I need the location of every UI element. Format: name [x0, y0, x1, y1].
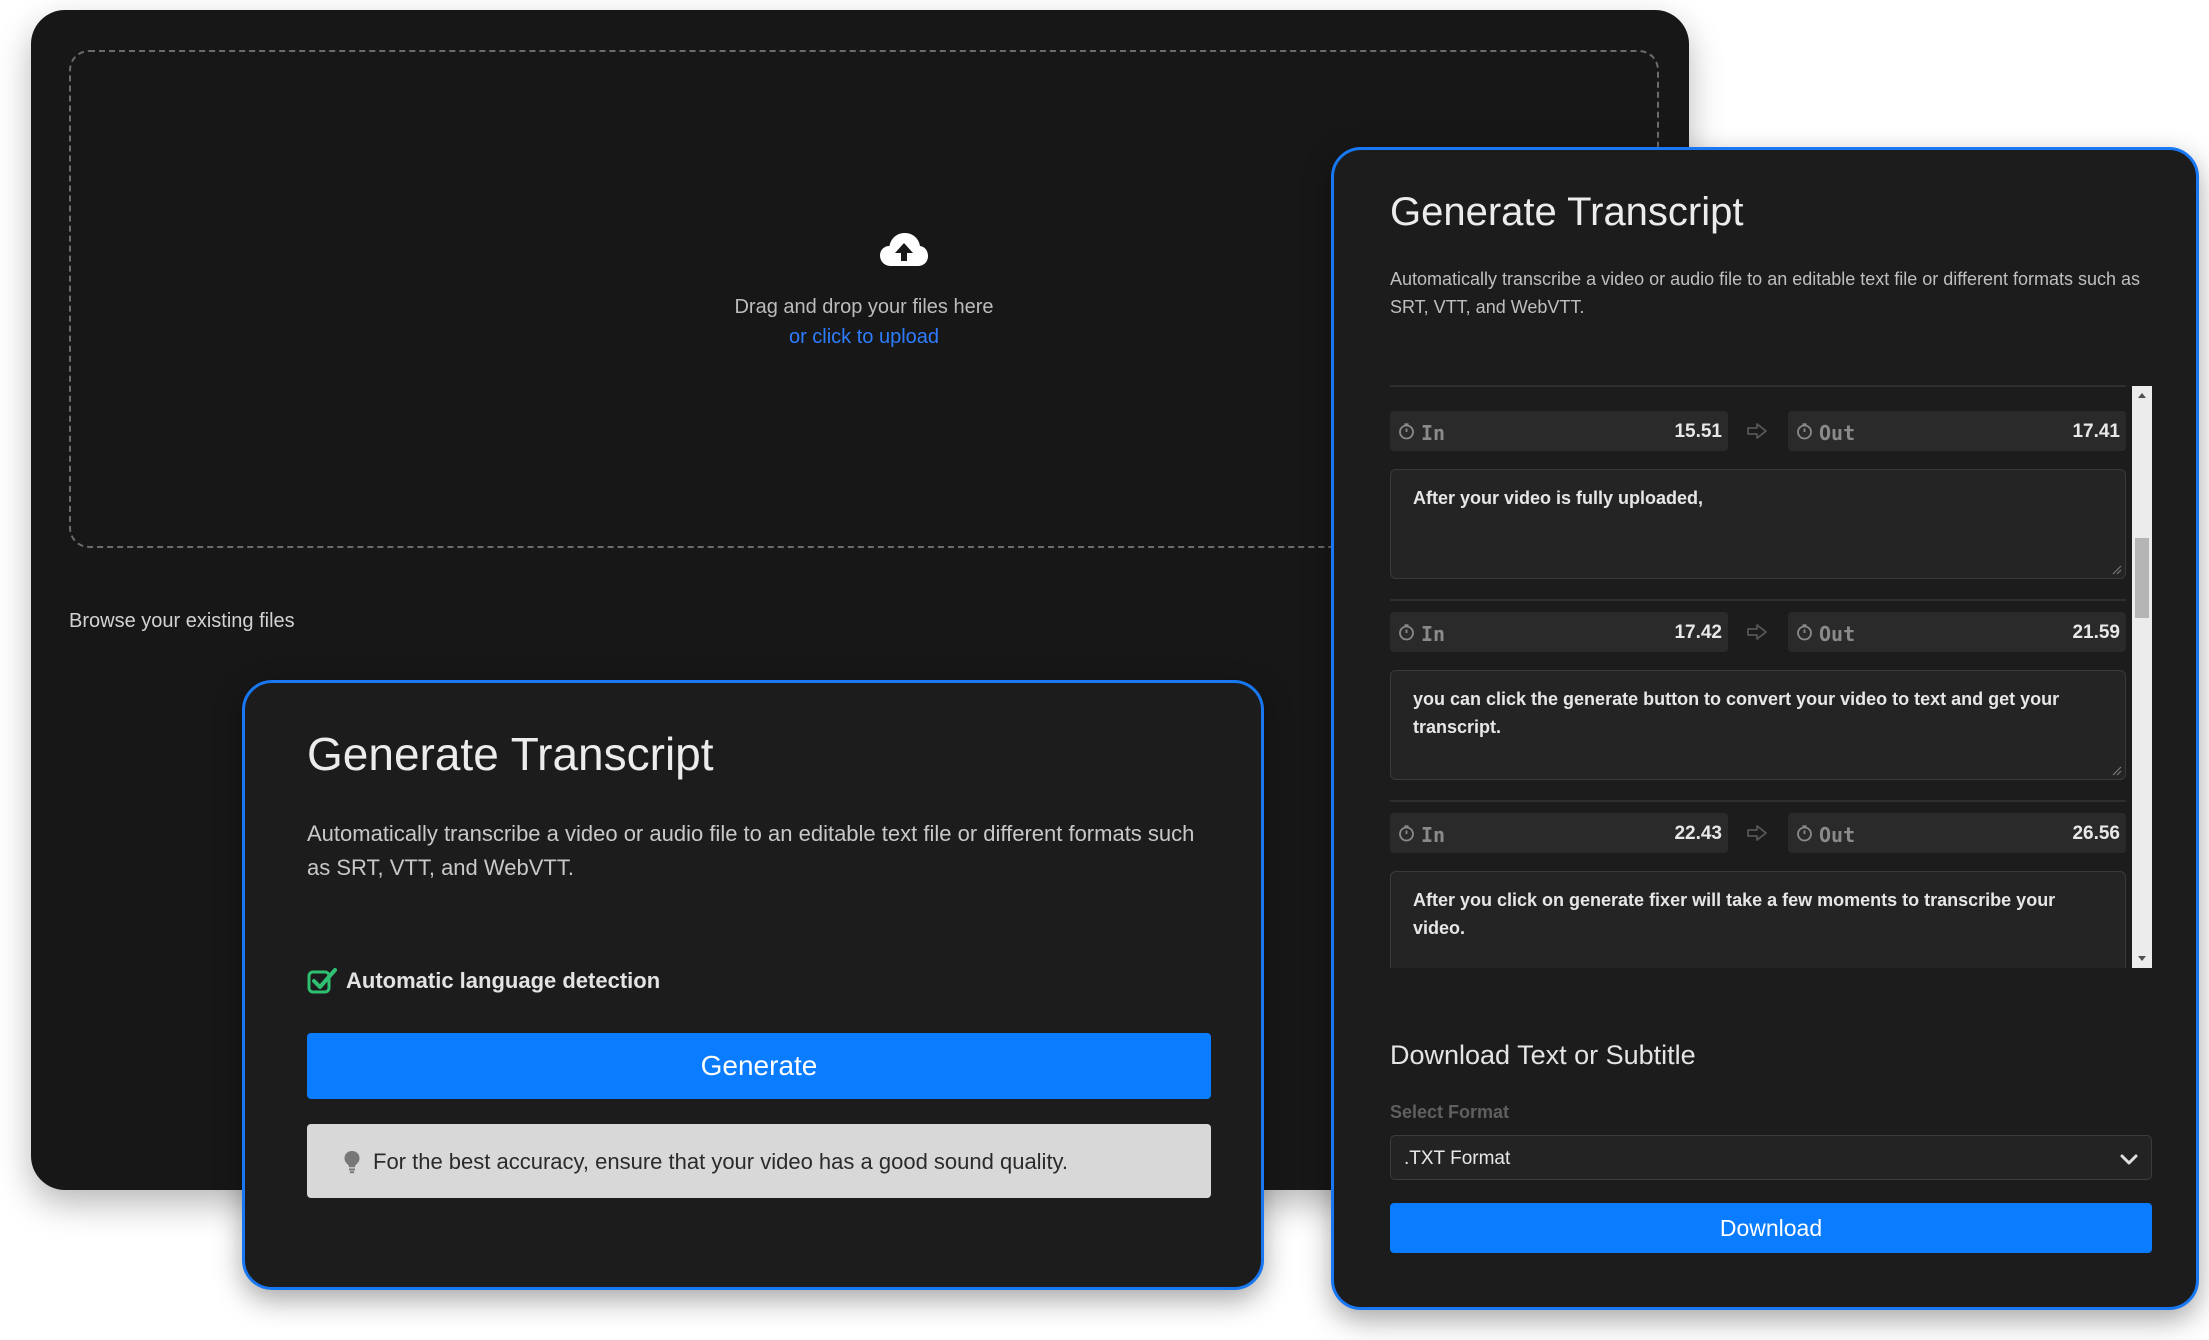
in-label: In	[1421, 622, 1446, 646]
out-value: 17.41	[2072, 421, 2120, 442]
segment-text-area[interactable]: After your video is fully uploaded,	[1390, 469, 2126, 579]
transcript-segment: In 22.43 Out 26.56 After you click on ge…	[1390, 813, 2126, 968]
generate-transcript-card: Generate Transcript Automatically transc…	[242, 680, 1264, 1290]
auto-language-detection-label: Automatic language detection	[346, 968, 661, 993]
panel-title: Generate Transcript	[1390, 190, 1744, 234]
arrow-right-icon	[1747, 825, 1767, 841]
chevron-down-icon	[2120, 1154, 2138, 1165]
clock-icon	[1797, 624, 1812, 641]
out-label: Out	[1819, 622, 1856, 646]
download-section-title: Download Text or Subtitle	[1390, 1040, 1696, 1070]
segment-text: you can click the generate button to con…	[1413, 689, 2060, 737]
scrollbar-thumb[interactable]	[2135, 538, 2149, 618]
scroll-up-arrow-icon[interactable]	[2132, 386, 2152, 406]
segment-text-area[interactable]: After you click on generate fixer will t…	[1390, 871, 2126, 968]
card-description: Automatically transcribe a video or audi…	[307, 821, 1195, 880]
transcript-segment: In 17.42 Out 21.59 you can click the gen…	[1390, 612, 2126, 812]
resize-grip-icon[interactable]	[2112, 565, 2122, 575]
out-label: Out	[1819, 823, 1856, 847]
transcript-editor-panel: Generate Transcript Automatically transc…	[1331, 147, 2199, 1310]
tip-text: For the best accuracy, ensure that your …	[373, 1149, 1069, 1174]
card-title: Generate Transcript	[307, 728, 714, 780]
in-value: 17.42	[1674, 622, 1722, 643]
out-value: 26.56	[2072, 823, 2120, 844]
segment-text: After you click on generate fixer will t…	[1413, 890, 2056, 938]
in-value: 22.43	[1674, 823, 1722, 844]
scroll-down-arrow-icon[interactable]	[2132, 948, 2152, 968]
transcript-segment-list[interactable]: In 15.51 Out 17.41 After your video is f…	[1390, 385, 2126, 968]
out-time-field[interactable]: Out 21.59	[1788, 612, 2126, 652]
in-label: In	[1421, 823, 1446, 847]
browse-existing-files-link[interactable]: Browse your existing files	[69, 610, 295, 633]
clock-icon	[1399, 423, 1414, 440]
resize-grip-icon[interactable]	[2112, 766, 2122, 776]
transcript-segment: In 15.51 Out 17.41 After your video is f…	[1390, 411, 2126, 611]
in-label: In	[1421, 421, 1446, 445]
segment-divider	[1390, 800, 2126, 802]
segment-text-area[interactable]: you can click the generate button to con…	[1390, 670, 2126, 780]
out-label: Out	[1819, 421, 1856, 445]
arrow-right-icon	[1747, 624, 1767, 640]
clock-icon	[1797, 825, 1812, 842]
clock-icon	[1797, 423, 1812, 440]
generate-button[interactable]: Generate	[307, 1033, 1211, 1099]
clock-icon	[1399, 624, 1414, 641]
checkbox-checked-icon[interactable]	[307, 966, 337, 996]
segment-text: After your video is fully uploaded,	[1413, 488, 1704, 508]
out-time-field[interactable]: Out 17.41	[1788, 411, 2126, 451]
panel-description: Automatically transcribe a video or audi…	[1390, 269, 2141, 317]
clock-icon	[1399, 825, 1414, 842]
lightbulb-icon	[344, 1151, 360, 1174]
cloud-upload-icon	[880, 233, 928, 266]
out-time-field[interactable]: Out 26.56	[1788, 813, 2126, 853]
in-time-field[interactable]: In 15.51	[1390, 411, 1728, 451]
segment-list-scrollbar[interactable]	[2132, 386, 2152, 968]
in-time-field[interactable]: In 17.42	[1390, 612, 1728, 652]
accuracy-tip: For the best accuracy, ensure that your …	[307, 1124, 1211, 1198]
download-button[interactable]: Download	[1390, 1203, 2152, 1253]
arrow-right-icon	[1747, 423, 1767, 439]
segment-divider	[1390, 599, 2126, 601]
in-value: 15.51	[1674, 421, 1722, 442]
format-select[interactable]: .TXT Format	[1390, 1135, 2152, 1180]
in-time-field[interactable]: In 22.43	[1390, 813, 1728, 853]
out-value: 21.59	[2072, 622, 2120, 643]
select-format-label: Select Format	[1390, 1102, 1510, 1122]
format-select-value: .TXT Format	[1404, 1148, 1511, 1169]
